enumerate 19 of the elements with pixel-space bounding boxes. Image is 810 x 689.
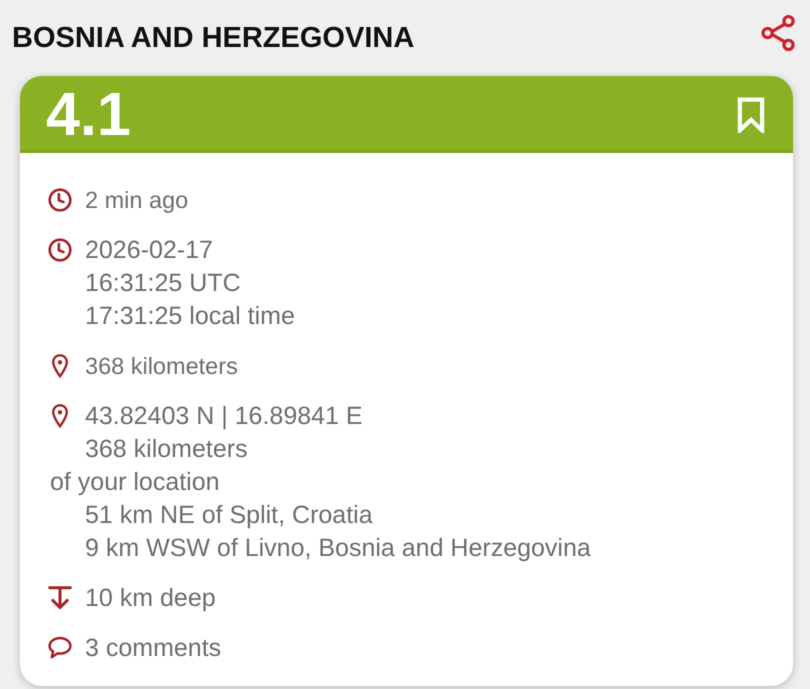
distance-note-text: of your location — [50, 467, 220, 498]
depth-text: 10 km deep — [85, 583, 216, 614]
distance-text: 368 kilometers — [85, 352, 238, 381]
date-text: 2026-02-17 — [85, 235, 213, 266]
comments-link[interactable]: 3 comments — [85, 632, 222, 665]
speech-bubble-icon — [48, 636, 72, 660]
time-ago-text: 2 min ago — [85, 186, 188, 215]
bookmark-button[interactable] — [735, 96, 767, 132]
local-time-text: 17:31:25 local time — [85, 301, 295, 332]
nearby-place-text: 51 km NE of Split, Croatia — [85, 500, 373, 531]
distance-text: 368 kilometers — [85, 434, 248, 465]
magnitude-value: 4.1 — [46, 84, 131, 145]
clock-icon — [48, 238, 72, 262]
down-arrow-icon — [48, 586, 72, 610]
utc-time-text: 16:31:25 UTC — [85, 268, 241, 299]
coordinates-text: 43.82403 N | 16.89841 E — [85, 401, 363, 432]
region-title: BOSNIA AND HERZEGOVINA — [12, 24, 414, 52]
nearby-place-text: 9 km WSW of Livno, Bosnia and Herzegovina — [85, 533, 591, 564]
clock-icon — [48, 188, 72, 212]
